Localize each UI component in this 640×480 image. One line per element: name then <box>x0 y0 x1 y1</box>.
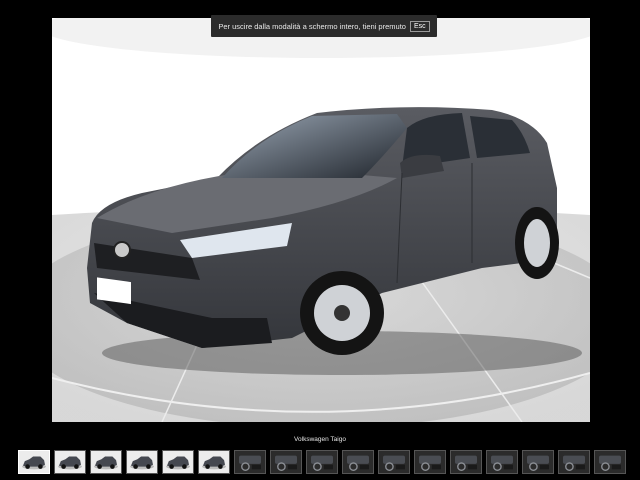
thumbnail[interactable] <box>126 450 158 474</box>
thumbnail[interactable] <box>558 450 590 474</box>
thumbnail[interactable] <box>594 450 626 474</box>
thumbnail[interactable] <box>54 450 86 474</box>
car-photo <box>52 18 590 422</box>
thumbnail[interactable] <box>234 450 266 474</box>
main-image[interactable] <box>52 18 590 422</box>
thumbnail[interactable] <box>270 450 302 474</box>
fullscreen-notice: Per uscire dalla modalità a schermo inte… <box>211 15 437 37</box>
thumbnail[interactable] <box>90 450 122 474</box>
thumbnail[interactable] <box>522 450 554 474</box>
thumbnail[interactable] <box>306 450 338 474</box>
thumbnail[interactable] <box>414 450 446 474</box>
thumbnail[interactable] <box>18 450 50 474</box>
thumbnail[interactable] <box>450 450 482 474</box>
thumbnail[interactable] <box>198 450 230 474</box>
fullscreen-notice-text: Per uscire dalla modalità a schermo inte… <box>218 21 406 31</box>
gallery-caption: Volkswagen Taigo <box>294 436 346 443</box>
thumbnail[interactable] <box>378 450 410 474</box>
esc-key-badge: Esc <box>409 20 430 32</box>
thumbnail[interactable] <box>486 450 518 474</box>
thumbnail[interactable] <box>162 450 194 474</box>
thumbnail[interactable] <box>342 450 374 474</box>
thumbnail-strip <box>18 450 626 476</box>
